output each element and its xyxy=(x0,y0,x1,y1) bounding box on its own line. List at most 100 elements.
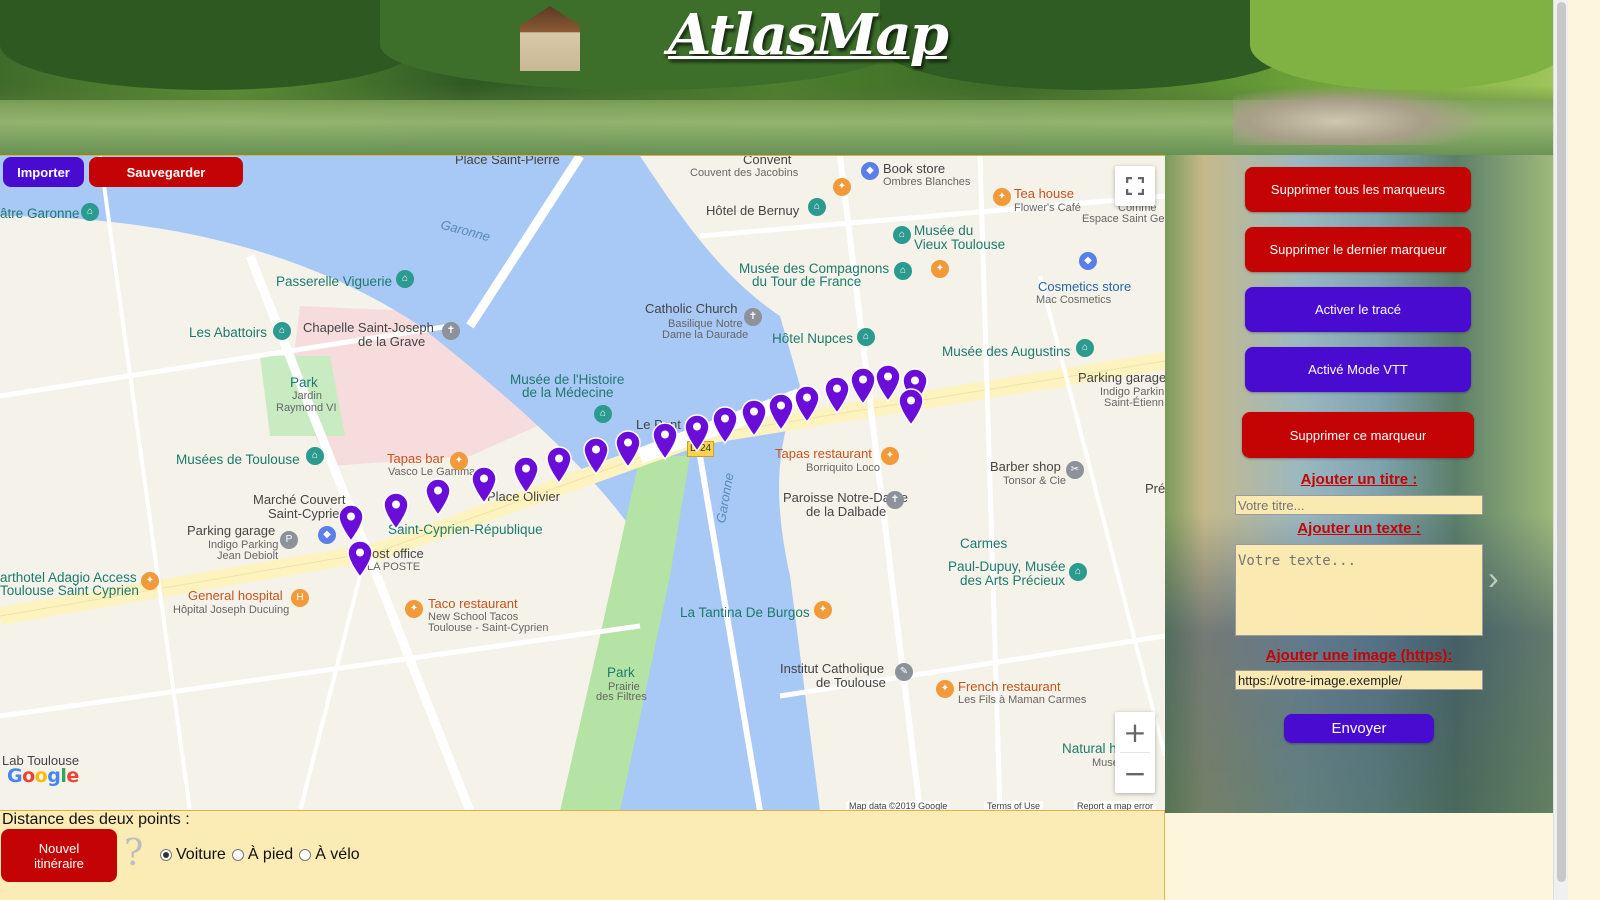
mode-label: À pied xyxy=(247,846,294,863)
church-icon[interactable]: ✝ xyxy=(886,491,904,509)
museum-icon[interactable]: ⌂ xyxy=(1069,563,1087,581)
route-marker[interactable] xyxy=(425,478,451,517)
museum-icon[interactable]: ⌂ xyxy=(808,198,826,216)
barber-icon[interactable]: ✂ xyxy=(1066,461,1084,479)
image-url-input[interactable] xyxy=(1235,670,1483,690)
parking-icon[interactable]: P xyxy=(280,531,298,549)
restaurant-icon[interactable]: ✦ xyxy=(931,260,949,278)
map-label: Musée du xyxy=(914,223,974,238)
import-button[interactable]: Importer xyxy=(3,157,84,187)
map-label: Chapelle Saint-Joseph xyxy=(303,320,434,335)
museum-icon[interactable]: ⌂ xyxy=(594,405,612,423)
chevron-right-icon: › xyxy=(1488,560,1499,596)
route-marker[interactable] xyxy=(583,437,609,476)
museum-icon[interactable]: ⌂ xyxy=(894,262,912,280)
report-error-link[interactable]: Report a map error xyxy=(1074,801,1157,810)
map-label: Hôpital Joseph Ducuing xyxy=(173,604,290,616)
text-input[interactable] xyxy=(1235,544,1483,636)
title-input[interactable] xyxy=(1235,495,1483,515)
route-marker[interactable] xyxy=(741,399,767,438)
scrollbar-thumb[interactable] xyxy=(1557,2,1566,882)
vtt-mode-button[interactable]: Activé Mode VTT xyxy=(1245,347,1471,392)
route-marker[interactable] xyxy=(794,385,820,424)
radio-bike[interactable] xyxy=(299,849,312,861)
route-marker[interactable] xyxy=(898,388,924,427)
map-label: de Toulouse xyxy=(816,675,886,690)
save-button[interactable]: Sauvegarder xyxy=(89,157,243,187)
museum-icon[interactable]: ⌂ xyxy=(396,270,414,288)
radio-car[interactable] xyxy=(160,849,172,861)
page-scrollbar[interactable] xyxy=(1553,0,1568,900)
museum-icon[interactable]: ⌂ xyxy=(1076,339,1094,357)
send-button[interactable]: Envoyer xyxy=(1284,714,1434,743)
help-icon[interactable]: ? xyxy=(124,833,143,874)
church-icon[interactable]: ✝ xyxy=(442,322,460,340)
terms-link[interactable]: Terms of Use xyxy=(984,801,1044,810)
hotel-icon[interactable]: ⌂ xyxy=(857,328,875,346)
map-label: de la Médecine xyxy=(522,385,614,400)
enable-trace-button[interactable]: Activer le tracé xyxy=(1245,287,1471,332)
mode-bike-option[interactable]: À vélo xyxy=(299,846,360,864)
restaurant-icon[interactable]: ✦ xyxy=(936,680,954,698)
radio-walk[interactable] xyxy=(231,849,244,861)
delete-last-marker-button[interactable]: Supprimer le dernier marqueur xyxy=(1245,227,1471,272)
map-label: Vieux Toulouse xyxy=(914,237,1006,252)
route-marker[interactable] xyxy=(338,504,364,543)
map-label: du Tour de France xyxy=(752,274,862,289)
restaurant-icon[interactable]: ✦ xyxy=(881,447,899,465)
route-marker[interactable] xyxy=(471,466,497,505)
map-basemap xyxy=(0,156,1165,810)
hospital-icon[interactable]: H xyxy=(291,589,309,607)
restaurant-icon[interactable]: ✦ xyxy=(405,600,423,618)
hotel-icon[interactable]: ✦ xyxy=(141,572,159,590)
shopping-cart-icon[interactable]: ◆ xyxy=(318,526,336,544)
map-pin-icon xyxy=(513,456,539,495)
route-marker[interactable] xyxy=(546,446,572,485)
school-icon[interactable]: ✎ xyxy=(895,663,913,681)
map-label: Musée des Augustins xyxy=(942,344,1071,359)
map-label: Jean Debiolt xyxy=(217,550,279,562)
museum-icon[interactable]: ⌂ xyxy=(81,203,99,221)
cafe-icon[interactable]: ✦ xyxy=(993,188,1011,206)
forest-decoration xyxy=(1250,0,1553,90)
map-pin-icon xyxy=(471,466,497,505)
church-icon[interactable]: ✝ xyxy=(744,308,762,326)
restaurant-icon[interactable]: ✦ xyxy=(833,178,851,196)
zoom-in-button[interactable]: + xyxy=(1115,712,1155,752)
museum-icon[interactable]: ⌂ xyxy=(306,447,324,465)
route-marker[interactable] xyxy=(615,430,641,469)
map-pin-icon xyxy=(347,540,373,579)
new-route-button[interactable]: Nouvel itinéraire xyxy=(1,829,117,882)
museum-icon[interactable]: ⌂ xyxy=(893,226,911,244)
route-marker[interactable] xyxy=(712,406,738,445)
route-marker[interactable] xyxy=(383,492,409,531)
delete-all-markers-button[interactable]: Supprimer tous les marqueurs xyxy=(1245,167,1471,212)
map-label: Saint-Cyprien-République xyxy=(388,522,543,537)
map-canvas[interactable]: Place Saint-Pierre Convent Couvent des J… xyxy=(0,155,1165,810)
shop-icon[interactable]: ◆ xyxy=(861,162,879,180)
app-logo[interactable]: AtlasMap xyxy=(668,2,949,68)
shop-icon[interactable]: ◆ xyxy=(1079,252,1097,270)
mode-walk-option[interactable]: À pied xyxy=(231,846,294,864)
route-marker[interactable] xyxy=(513,456,539,495)
museum-icon[interactable]: ⌂ xyxy=(273,322,291,340)
map-label: Book store xyxy=(883,161,946,176)
travel-mode-group: Voiture À pied À vélo xyxy=(160,846,366,864)
route-marker[interactable] xyxy=(347,540,373,579)
route-marker[interactable] xyxy=(768,393,794,432)
bar-icon[interactable]: ✦ xyxy=(450,452,468,470)
new-route-label: Nouvel itinéraire xyxy=(34,840,84,871)
map-label: Hôtel de Bernuy xyxy=(706,203,800,218)
route-marker[interactable] xyxy=(652,422,678,461)
route-marker[interactable] xyxy=(684,414,710,453)
route-marker[interactable] xyxy=(850,367,876,406)
route-marker[interactable] xyxy=(824,376,850,415)
mode-car-option[interactable]: Voiture xyxy=(160,846,226,864)
zoom-out-button[interactable]: − xyxy=(1115,753,1155,793)
restaurant-icon[interactable]: ✦ xyxy=(814,601,832,619)
panel-footer xyxy=(1165,813,1553,900)
map-label: Musées de Toulouse xyxy=(176,452,300,467)
map-label: Les Abattoirs xyxy=(189,325,268,340)
delete-this-marker-button[interactable]: Supprimer ce marqueur xyxy=(1242,412,1474,458)
fullscreen-button[interactable] xyxy=(1115,166,1155,206)
